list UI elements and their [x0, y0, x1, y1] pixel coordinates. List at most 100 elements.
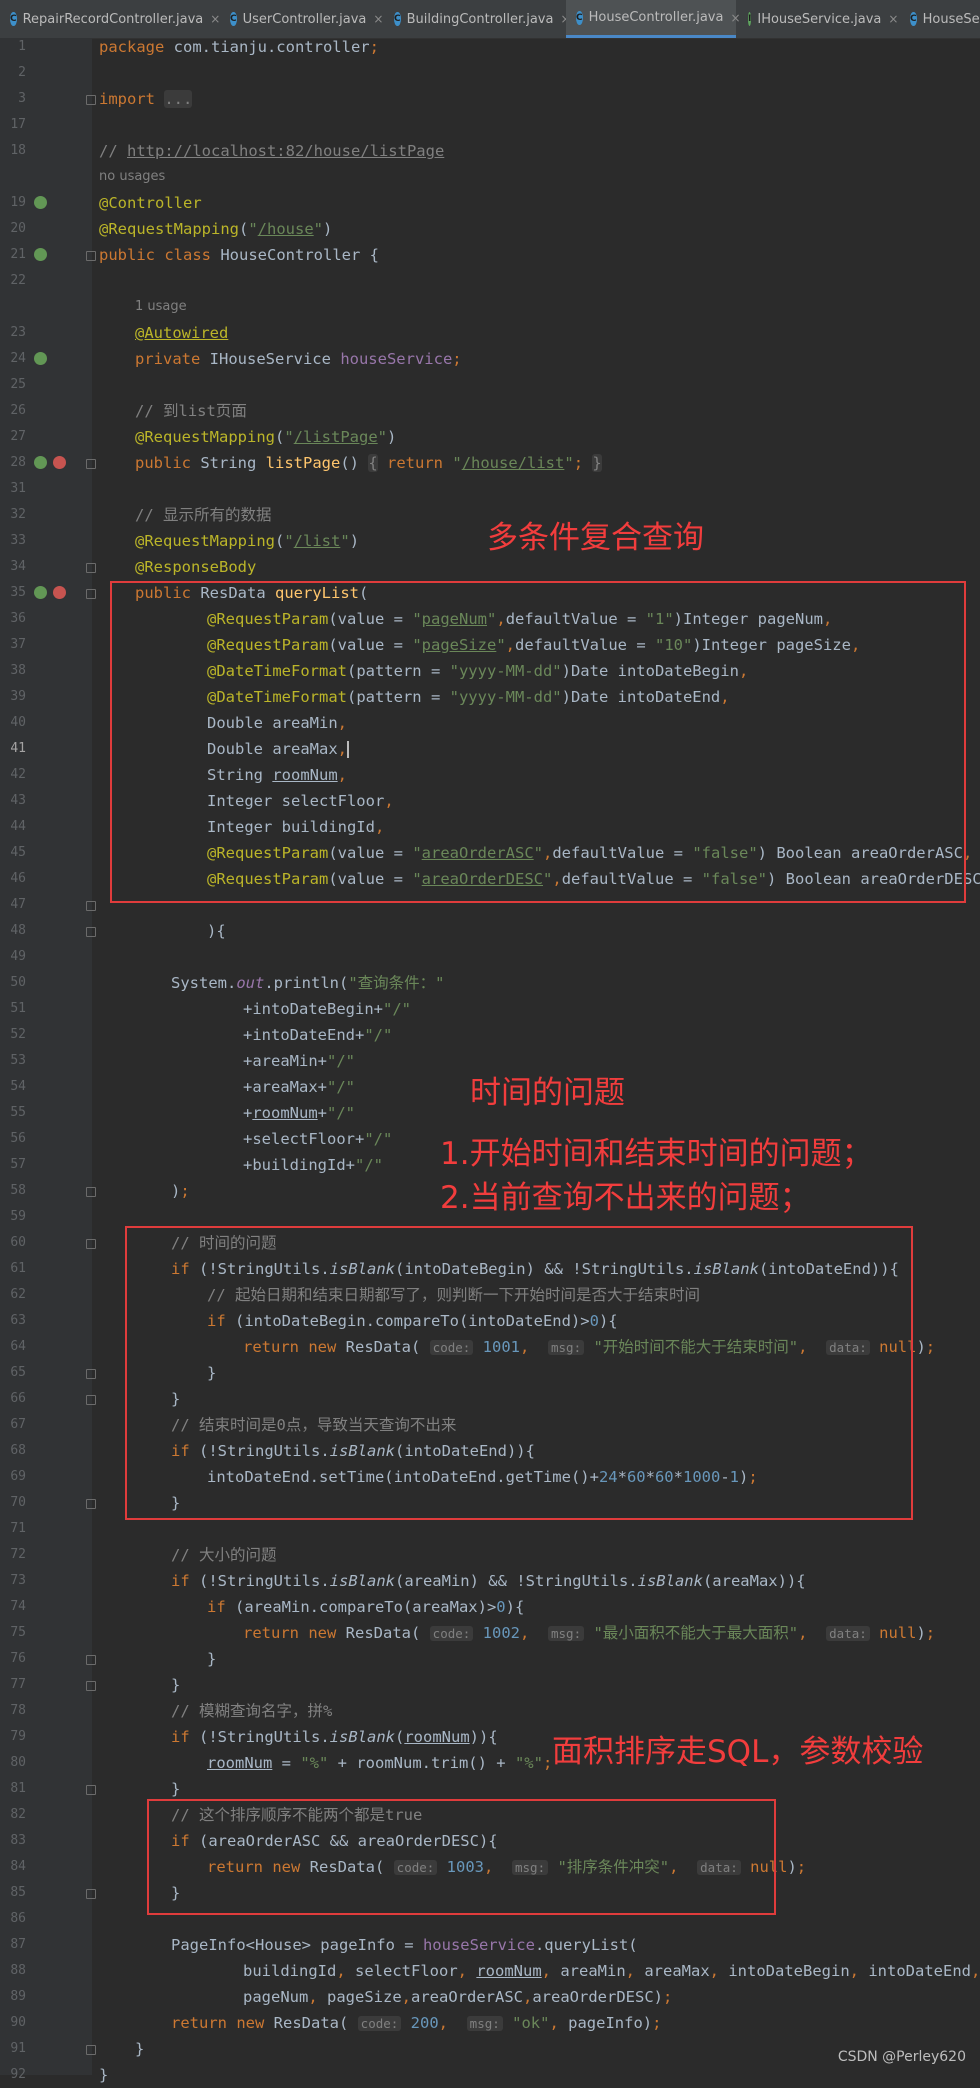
code-text[interactable]: if (!StringUtils.isBlank(areaMin) && !St… [171, 1568, 806, 1594]
code-line[interactable]: 20 @RequestMapping("/house") [0, 216, 980, 242]
spring-bean-icon[interactable] [34, 196, 47, 209]
code-text[interactable]: @RequestMapping("/house") [99, 216, 332, 242]
fold-marker-icon[interactable] [86, 1655, 96, 1665]
fold-marker-icon[interactable] [86, 1785, 96, 1795]
spring-bean-icon[interactable] [34, 586, 47, 599]
code-line[interactable]: 74 if (areaMin.compareTo(areaMax)>0){ [0, 1594, 980, 1620]
code-text[interactable]: pageNum, pageSize,areaOrderASC,areaOrder… [243, 1984, 672, 2010]
code-text[interactable]: +intoDateBegin+"/" [243, 996, 411, 1022]
code-line[interactable]: 31 [0, 476, 980, 502]
spring-bean-icon[interactable] [34, 352, 47, 365]
code-line[interactable]: 27 @RequestMapping("/listPage") [0, 424, 980, 450]
code-line[interactable]: 28 public String listPage() { return "/ho… [0, 450, 980, 476]
code-text[interactable]: +roomNum+"/" [243, 1100, 355, 1126]
code-line[interactable]: 92} [0, 2062, 980, 2088]
usage-hint[interactable]: no usages [99, 164, 165, 190]
code-line[interactable]: 2 [0, 60, 980, 86]
code-text[interactable]: roomNum = "%" + roomNum.trim() + "%"; [207, 1750, 552, 1776]
code-line[interactable]: 49 [0, 944, 980, 970]
code-line[interactable]: 19 @Controller [0, 190, 980, 216]
code-text[interactable]: ); [171, 1178, 190, 1204]
code-line[interactable]: 22 [0, 268, 980, 294]
fold-marker-icon[interactable] [86, 1681, 96, 1691]
code-text[interactable]: // 显示所有的数据 [135, 502, 272, 528]
code-line[interactable]: 18 // http://localhost:82/house/listPage [0, 138, 980, 164]
fold-marker-icon[interactable] [86, 95, 96, 105]
code-line[interactable]: 78 // 模糊查询名字，拼% [0, 1698, 980, 1724]
code-text[interactable]: buildingId, selectFloor, roomNum, areaMi… [243, 1958, 980, 1984]
fold-marker-icon[interactable] [86, 1239, 96, 1249]
code-text[interactable]: if (areaMin.compareTo(areaMax)>0){ [207, 1594, 524, 1620]
code-line[interactable]: 91} [0, 2036, 980, 2062]
fold-marker-icon[interactable] [86, 2045, 96, 2055]
code-line[interactable]: 89 pageNum, pageSize,areaOrderASC,areaOrd… [0, 1984, 980, 2010]
fold-marker-icon[interactable] [86, 589, 96, 599]
code-text[interactable]: // 到list页面 [135, 398, 247, 424]
code-line[interactable]: 25 [0, 372, 980, 398]
fold-marker-icon[interactable] [86, 901, 96, 911]
tab-houseservice[interactable]: C HouseServ [900, 0, 980, 38]
code-line[interactable]: 48){ [0, 918, 980, 944]
code-text[interactable]: return new ResData( code: 200, msg: "ok"… [171, 2010, 661, 2037]
code-text[interactable]: PageInfo<House> pageInfo = houseService.… [171, 1932, 638, 1958]
code-line[interactable]: 1 usage [0, 294, 980, 320]
code-text[interactable]: // http://localhost:82/house/listPage [99, 138, 444, 164]
code-line[interactable]: 87 PageInfo<House> pageInfo = houseServic… [0, 1932, 980, 1958]
spring-bean-icon[interactable] [34, 248, 47, 261]
tab-ihouseservice[interactable]: I IHouseService.java × [738, 0, 898, 38]
code-line[interactable]: 50 System.out.println("查询条件：" [0, 970, 980, 996]
close-icon[interactable]: × [210, 12, 220, 26]
code-text[interactable]: } [207, 1646, 216, 1672]
usage-hint[interactable]: 1 usage [135, 294, 187, 320]
code-text[interactable]: @ResponseBody [135, 554, 256, 580]
code-text[interactable]: // 模糊查询名字，拼% [171, 1698, 332, 1724]
code-line[interactable]: 76} [0, 1646, 980, 1672]
code-text[interactable]: +areaMin+"/" [243, 1048, 355, 1074]
code-text[interactable]: +selectFloor+"/" [243, 1126, 392, 1152]
code-text[interactable]: +buildingId+"/" [243, 1152, 383, 1178]
code-text[interactable]: // 大小的问题 [171, 1542, 277, 1568]
fold-marker-icon[interactable] [86, 251, 96, 261]
fold-marker-icon[interactable] [86, 459, 96, 469]
code-line[interactable]: 17 [0, 112, 980, 138]
fold-marker-icon[interactable] [86, 1889, 96, 1899]
code-text[interactable]: @Autowired [135, 320, 228, 346]
close-icon[interactable]: × [888, 12, 898, 26]
code-line[interactable]: 1 package com.tianju.controller; [0, 34, 980, 60]
code-text[interactable]: @RequestMapping("/listPage") [135, 424, 396, 450]
code-text[interactable]: +intoDateEnd+"/" [243, 1022, 392, 1048]
code-line[interactable]: 88 buildingId, selectFloor, roomNum, area… [0, 1958, 980, 1984]
code-line[interactable]: 26 // 到list页面 [0, 398, 980, 424]
code-line[interactable]: 72 // 大小的问题 [0, 1542, 980, 1568]
code-text[interactable]: return new ResData( code: 1002, msg: "最小… [243, 1620, 935, 1647]
code-line[interactable]: 3 import ... [0, 86, 980, 112]
request-mapping-icon[interactable] [53, 456, 66, 469]
fold-marker-icon[interactable] [86, 1369, 96, 1379]
tab-usercontroller[interactable]: C UserController.java × [220, 0, 383, 38]
code-text[interactable]: public String listPage() { return "/hous… [135, 450, 602, 476]
code-text[interactable]: System.out.println("查询条件：" [171, 970, 445, 996]
code-text[interactable]: import ... [99, 86, 193, 112]
code-line[interactable]: no usages [0, 164, 980, 190]
code-text[interactable]: } [135, 2036, 144, 2062]
code-text[interactable]: private IHouseService houseService; [135, 346, 462, 372]
tab-housecontroller[interactable]: C HouseController.java × [566, 0, 741, 38]
code-text[interactable]: ){ [207, 918, 226, 944]
close-icon[interactable]: × [373, 12, 383, 26]
code-text[interactable]: if (!StringUtils.isBlank(roomNum)){ [171, 1724, 498, 1750]
code-text[interactable]: +areaMax+"/" [243, 1074, 355, 1100]
code-text[interactable]: } [99, 2062, 108, 2088]
fold-marker-icon[interactable] [86, 563, 96, 573]
tab-repairrecordcontroller[interactable]: C RepairRecordController.java × [0, 0, 220, 38]
request-mapping-icon[interactable] [53, 586, 66, 599]
code-line[interactable]: 73 if (!StringUtils.isBlank(areaMin) && !… [0, 1568, 980, 1594]
code-line[interactable]: 77} [0, 1672, 980, 1698]
code-text[interactable]: package com.tianju.controller; [99, 34, 379, 60]
code-line[interactable]: 51 +intoDateBegin+"/" [0, 996, 980, 1022]
fold-marker-icon[interactable] [86, 1187, 96, 1197]
code-line[interactable]: 34 @ResponseBody [0, 554, 980, 580]
code-line[interactable]: 52 +intoDateEnd+"/" [0, 1022, 980, 1048]
code-text[interactable]: @RequestMapping("/list") [135, 528, 359, 554]
code-text[interactable]: @Controller [99, 190, 202, 216]
fold-marker-icon[interactable] [86, 927, 96, 937]
